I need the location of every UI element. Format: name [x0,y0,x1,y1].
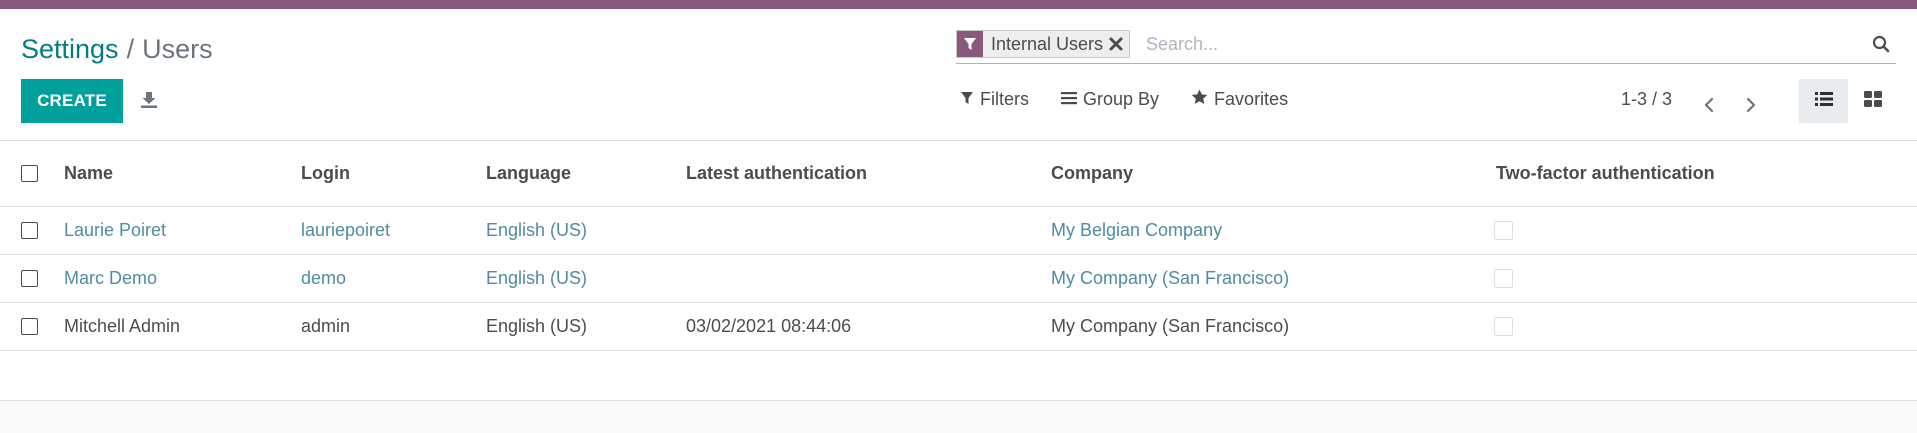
user-language[interactable]: English (US) [486,207,587,254]
two-factor-checkbox [1494,220,1513,240]
user-company[interactable]: My Company (San Francisco) [1051,303,1289,350]
filter-icon [957,31,983,57]
table-row[interactable]: Mitchell Admin admin English (US) 03/02/… [0,303,1917,351]
breadcrumb-settings-link[interactable]: Settings [21,34,119,64]
user-name[interactable]: Mitchell Admin [64,303,180,350]
control-panel: Settings/Users Internal Users CREATE [0,9,1917,141]
column-header-latest-authentication[interactable]: Latest authentication [686,141,867,206]
user-language[interactable]: English (US) [486,255,587,302]
kanban-view-icon [1863,90,1882,112]
pager-value[interactable]: 1-3 / 3 [1621,89,1672,110]
list-view-button[interactable] [1799,79,1848,123]
user-language[interactable]: English (US) [486,303,587,350]
row-checkbox[interactable] [21,317,38,335]
top-navbar [0,0,1917,9]
download-icon[interactable] [140,91,158,114]
favorites-label: Favorites [1214,89,1289,109]
search-bar: Internal Users [956,27,1896,64]
two-factor-checkbox [1494,316,1513,336]
users-list: Name Login Language Latest authenticatio… [0,141,1917,401]
row-checkbox[interactable] [21,269,38,287]
list-header: Name Login Language Latest authenticatio… [0,141,1917,207]
column-header-company[interactable]: Company [1051,141,1133,206]
column-header-login[interactable]: Login [301,141,350,206]
column-header-two-factor[interactable]: Two-factor authentication [1496,141,1715,206]
user-latest-authentication: 03/02/2021 08:44:06 [686,316,852,336]
user-name[interactable]: Laurie Poiret [64,207,166,254]
user-login[interactable]: lauriepoiret [301,207,390,254]
group-by-button[interactable]: Group By [1061,89,1159,110]
filters-button[interactable]: Filters [960,89,1029,110]
row-checkbox[interactable] [21,221,38,239]
two-factor-checkbox [1494,268,1513,288]
search-facet-internal-users[interactable]: Internal Users [956,30,1131,58]
group-by-label: Group By [1083,89,1160,109]
chevron-left-icon[interactable] [1703,97,1715,118]
user-company[interactable]: My Company (San Francisco) [1051,255,1289,302]
table-row[interactable]: Marc Demo demo English (US) My Company (… [0,255,1917,303]
filters-label: Filters [980,89,1029,109]
table-row[interactable]: Laurie Poiret lauriepoiret English (US) … [0,207,1917,255]
search-options: Filters Group By Favorites [960,89,1288,110]
search-input[interactable] [1142,30,1806,58]
kanban-view-button[interactable] [1848,79,1897,123]
column-header-language[interactable]: Language [486,141,571,206]
user-login[interactable]: admin [301,303,350,350]
breadcrumb-current-page: Users [142,34,213,64]
filter-icon [960,89,974,110]
chevron-right-icon[interactable] [1745,97,1757,118]
user-login[interactable]: demo [301,255,346,302]
user-company[interactable]: My Belgian Company [1051,207,1222,254]
create-button[interactable]: CREATE [21,79,123,123]
star-icon [1191,89,1208,110]
select-all-checkbox[interactable] [21,164,38,182]
breadcrumb: Settings / Users [21,31,213,67]
user-name[interactable]: Marc Demo [64,255,157,302]
breadcrumb-separator: / [126,34,135,64]
column-header-name[interactable]: Name [64,141,113,206]
search-icon[interactable] [1872,35,1890,58]
close-icon[interactable] [1109,31,1129,57]
list-view-icon [1814,91,1833,112]
bars-icon [1061,89,1077,110]
search-facet-label: Internal Users [991,33,1104,54]
favorites-button[interactable]: Favorites [1191,89,1288,110]
